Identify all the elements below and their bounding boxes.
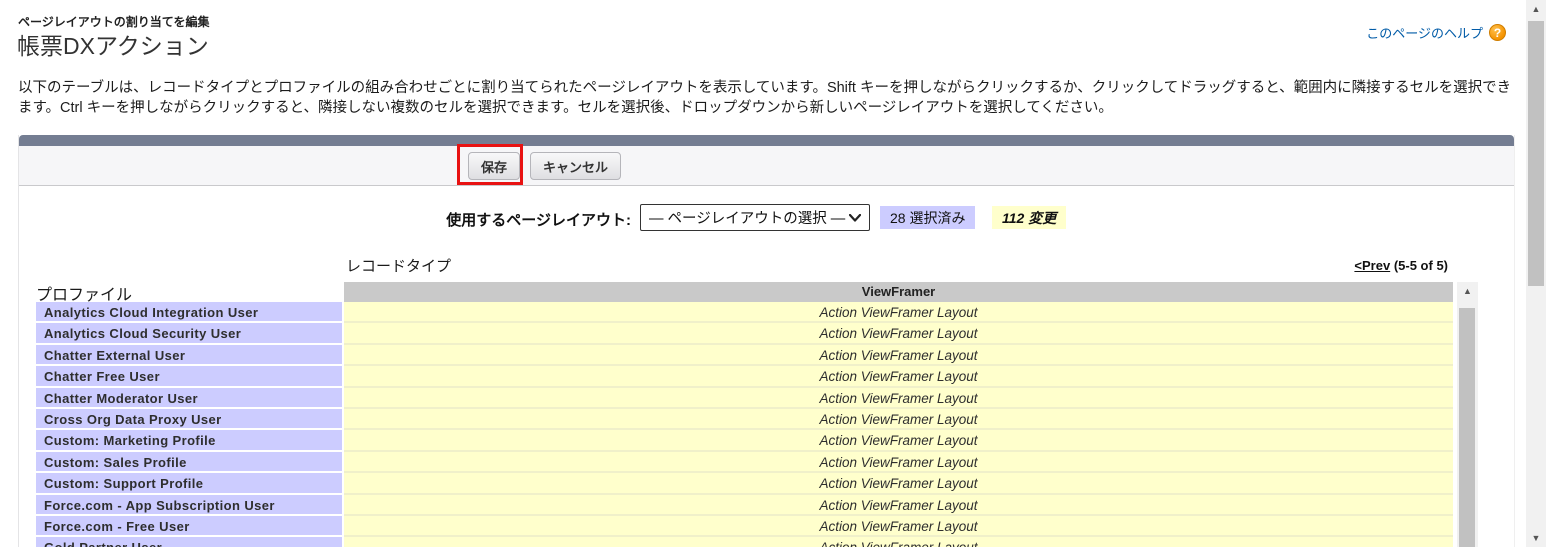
prev-page-link[interactable]: <Prev <box>1354 258 1390 273</box>
pagination: <Prev (5-5 of 5) <box>1354 258 1448 273</box>
selected-count-badge: 28 選択済み <box>880 206 975 229</box>
profile-cell[interactable]: Custom: Support Profile <box>34 473 344 494</box>
table-scrollbar[interactable]: ▲ <box>1457 282 1478 547</box>
table-row: Chatter Free User Action ViewFramer Layo… <box>34 366 1453 387</box>
layout-cell[interactable]: Action ViewFramer Layout <box>344 452 1453 473</box>
profile-cell[interactable]: Chatter External User <box>34 345 344 366</box>
column-header-viewframer[interactable]: ViewFramer <box>344 282 1453 302</box>
profile-cell[interactable]: Custom: Sales Profile <box>34 452 344 473</box>
layout-cell[interactable]: Action ViewFramer Layout <box>344 537 1453 547</box>
section-header-bar <box>19 135 1514 146</box>
profile-cell[interactable]: Gold Partner User <box>34 537 344 547</box>
help-area: このページのヘルプ ? <box>1366 23 1506 42</box>
table-row: Analytics Cloud Integration User Action … <box>34 302 1453 323</box>
page-layout-assignment-page: ページレイアウトの割り当てを編集 帳票DXアクション このページのヘルプ ? 以… <box>0 0 1558 547</box>
table-row: Custom: Sales Profile Action ViewFramer … <box>34 452 1453 473</box>
layout-cell[interactable]: Action ViewFramer Layout <box>344 495 1453 516</box>
changed-count-badge: 112 変更 <box>992 206 1066 229</box>
profile-cell[interactable]: Analytics Cloud Security User <box>34 323 344 344</box>
profile-cell[interactable]: Chatter Free User <box>34 366 344 387</box>
layout-picker-label: 使用するページレイアウト: <box>19 209 631 230</box>
table-row: Cross Org Data Proxy User Action ViewFra… <box>34 409 1453 430</box>
layout-cell[interactable]: Action ViewFramer Layout <box>344 323 1453 344</box>
profile-cell[interactable]: Cross Org Data Proxy User <box>34 409 344 430</box>
table-row: Gold Partner User Action ViewFramer Layo… <box>34 537 1453 547</box>
layout-cell[interactable]: Action ViewFramer Layout <box>344 516 1453 537</box>
cancel-button[interactable]: キャンセル <box>530 152 621 180</box>
profile-header-spacer <box>34 282 344 302</box>
profile-cell[interactable]: Custom: Marketing Profile <box>34 430 344 451</box>
selected-option-label: — ページレイアウトの選択 — <box>649 207 845 228</box>
table-row: Chatter Moderator User Action ViewFramer… <box>34 388 1453 409</box>
table-row: Chatter External User Action ViewFramer … <box>34 345 1453 366</box>
layout-cell[interactable]: Action ViewFramer Layout <box>344 409 1453 430</box>
table-scrollbar-thumb[interactable] <box>1459 308 1475 547</box>
assignment-section: 保存 キャンセル 使用するページレイアウト: — ページレイアウトの選択 — 2… <box>18 135 1515 547</box>
record-type-label: レコードタイプ <box>346 255 451 276</box>
chevron-down-icon <box>849 214 861 222</box>
help-icon[interactable]: ? <box>1489 24 1506 41</box>
save-button[interactable]: 保存 <box>468 152 520 180</box>
page-title: 帳票DXアクション <box>17 27 209 61</box>
profile-cell[interactable]: Chatter Moderator User <box>34 388 344 409</box>
profile-cell[interactable]: Force.com - Free User <box>34 516 344 537</box>
layout-cell[interactable]: Action ViewFramer Layout <box>344 430 1453 451</box>
profile-cell[interactable]: Force.com - App Subscription User <box>34 495 344 516</box>
layout-cell[interactable]: Action ViewFramer Layout <box>344 473 1453 494</box>
table-row: Force.com - Free User Action ViewFramer … <box>34 516 1453 537</box>
button-toolbar: 保存 キャンセル <box>19 146 1514 186</box>
layout-cell[interactable]: Action ViewFramer Layout <box>344 388 1453 409</box>
scroll-up-icon[interactable]: ▲ <box>1457 282 1478 300</box>
page-scrollbar[interactable]: ▲ ▼ <box>1526 0 1546 547</box>
page-layout-select[interactable]: — ページレイアウトの選択 — <box>640 204 870 231</box>
help-link[interactable]: このページのヘルプ <box>1366 23 1483 42</box>
table-row: Custom: Marketing Profile Action ViewFra… <box>34 430 1453 451</box>
scroll-up-icon[interactable]: ▲ <box>1526 0 1546 18</box>
table-row: Force.com - App Subscription User Action… <box>34 495 1453 516</box>
table-header-row: ViewFramer <box>34 282 1453 302</box>
layout-cell[interactable]: Action ViewFramer Layout <box>344 302 1453 323</box>
page-scrollbar-thumb[interactable] <box>1528 21 1544 286</box>
profile-cell[interactable]: Analytics Cloud Integration User <box>34 302 344 323</box>
scroll-down-icon[interactable]: ▼ <box>1526 529 1546 547</box>
layout-cell[interactable]: Action ViewFramer Layout <box>344 345 1453 366</box>
assignment-table: ViewFramer Analytics Cloud Integration U… <box>34 282 1453 547</box>
layout-cell[interactable]: Action ViewFramer Layout <box>344 366 1453 387</box>
table-row: Custom: Support Profile Action ViewFrame… <box>34 473 1453 494</box>
page-description: 以下のテーブルは、レコードタイプとプロファイルの組み合わせごとに割り当てられたペ… <box>18 79 1515 118</box>
pagination-range: (5-5 of 5) <box>1394 258 1448 273</box>
table-row: Analytics Cloud Security User Action Vie… <box>34 323 1453 344</box>
